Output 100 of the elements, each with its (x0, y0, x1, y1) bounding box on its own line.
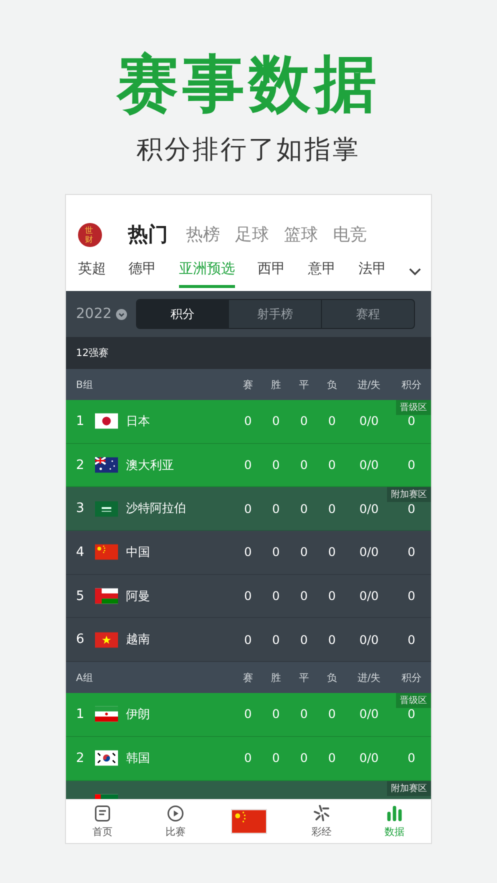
rank: 2 (76, 750, 84, 766)
stage-label: 12强赛 (76, 346, 109, 360)
stat-value: 0 (271, 414, 281, 428)
column-header: 平 (298, 672, 310, 685)
headline: 赛事数据 (116, 48, 380, 120)
team-name: 澳大利亚 (126, 458, 174, 472)
column-header: 胜 (270, 672, 282, 685)
standings-row[interactable]: 晋级区 1 伊朗 0 0 0 0 0/0 0 (66, 693, 431, 737)
zone-tag: 晋级区 (396, 400, 431, 415)
stat-value: 0 (327, 751, 337, 766)
chevron-down-icon[interactable] (409, 268, 421, 276)
flag-icon (95, 413, 118, 430)
bottom-tab[interactable]: 比赛 (146, 804, 206, 838)
stat-value: 0 (327, 502, 337, 516)
rank: 3 (76, 501, 84, 516)
flag-icon (95, 457, 118, 474)
zone-tag: 晋级区 (396, 693, 431, 708)
stat-value: 0 (271, 707, 281, 722)
stat-value: 0 (243, 414, 253, 428)
column-header: 胜 (270, 378, 282, 392)
stat-value: 0 (327, 545, 337, 560)
category-tab[interactable]: 电竞 (333, 223, 367, 246)
league-tab[interactable]: 英超 (78, 260, 106, 288)
column-header: 赛 (242, 672, 254, 685)
column-header: 负 (326, 378, 338, 392)
flag-icon (95, 750, 118, 766)
stat-value: 0 (406, 502, 416, 516)
subtitle: 积分排行了如指掌 (136, 134, 360, 166)
stat-value: 0/0 (358, 545, 380, 560)
stat-value: 0/0 (358, 414, 380, 428)
stat-value: 0 (243, 502, 253, 516)
group-name: A组 (75, 672, 94, 685)
standings-row[interactable]: 附加赛区 3 沙特阿拉伯 0 0 0 0 0/0 0 (66, 487, 431, 532)
category-tab[interactable]: 篮球 (284, 223, 318, 246)
stat-value: 0/0 (358, 458, 380, 472)
stat-value: 0 (271, 751, 281, 766)
bottom-tab[interactable]: 首页 (72, 804, 132, 838)
zone-tag: 附加赛区 (387, 780, 431, 796)
team-name: 伊朗 (126, 706, 150, 721)
league-tab[interactable]: 法甲 (358, 260, 386, 288)
rank: 6 (76, 632, 84, 648)
flag-icon (95, 588, 118, 604)
rank: 5 (76, 588, 84, 604)
stat-value: 0 (406, 545, 416, 560)
stat-value: 0 (327, 458, 337, 472)
rank: 2 (76, 458, 84, 473)
stat-value: 0 (243, 707, 253, 722)
stat-value: 0 (299, 502, 309, 516)
team-name: 越南 (126, 632, 150, 646)
team-name: 沙特阿拉伯 (126, 501, 186, 516)
stat-value: 0 (271, 632, 281, 647)
column-header: 积分 (400, 672, 422, 685)
column-header: 负 (326, 672, 338, 685)
dropdown-icon[interactable] (116, 308, 127, 320)
stat-value: 0 (327, 632, 337, 647)
zone-tag: 附加赛区 (387, 487, 431, 502)
stat-value: 0 (406, 458, 416, 472)
team-name: 中国 (126, 544, 150, 559)
stat-value: 0 (299, 589, 309, 604)
team-name: 日本 (126, 414, 150, 428)
league-tab[interactable]: 德甲 (128, 260, 156, 288)
stat-value: 0 (299, 751, 309, 766)
flag-icon (95, 500, 118, 517)
stat-value: 0 (243, 458, 253, 472)
category-tab[interactable]: 热榜 (186, 223, 220, 246)
year-selector[interactable]: 2022 (76, 306, 112, 322)
stat-value: 0 (406, 589, 416, 604)
stat-value: 0 (243, 632, 253, 647)
standings-row[interactable]: 附加赛区 (66, 780, 431, 799)
column-header: 平 (298, 378, 310, 392)
bottom-tab[interactable]: 彩经 (292, 804, 352, 838)
stat-value: 0 (243, 751, 253, 766)
column-header: 积分 (400, 378, 422, 392)
stat-value: 0 (271, 458, 281, 472)
team-name: 韩国 (126, 750, 150, 765)
category-tab[interactable]: 足球 (235, 223, 269, 246)
segment-tab[interactable]: 积分 (136, 300, 228, 328)
stat-value: 0/0 (358, 751, 380, 766)
league-tab[interactable]: 西甲 (258, 260, 286, 288)
stat-value: 0 (327, 707, 337, 722)
stat-value: 0 (406, 751, 416, 766)
stat-value: 0 (271, 502, 281, 516)
stat-value: 0 (299, 707, 309, 722)
stat-value: 0 (271, 589, 281, 604)
rank: 1 (76, 414, 84, 429)
segment-tab[interactable]: 赛程 (320, 300, 414, 328)
stat-value: 0 (299, 458, 309, 472)
stat-value: 0/0 (358, 707, 380, 722)
rank: 1 (76, 706, 84, 722)
flag-icon (95, 632, 118, 648)
stat-value: 0 (299, 632, 309, 647)
stat-value: 0 (243, 545, 253, 560)
category-tab[interactable]: 热门 (128, 221, 168, 248)
league-tab[interactable]: 意甲 (308, 260, 336, 288)
standings-row[interactable]: 晋级区 1 日本 0 0 0 0 0/0 0 (66, 400, 431, 444)
flag-icon (230, 809, 266, 834)
rank: 4 (76, 544, 84, 560)
column-header: 进/失 (356, 672, 382, 685)
segment-tab[interactable]: 射手榜 (228, 300, 321, 328)
flag-icon (95, 706, 118, 722)
